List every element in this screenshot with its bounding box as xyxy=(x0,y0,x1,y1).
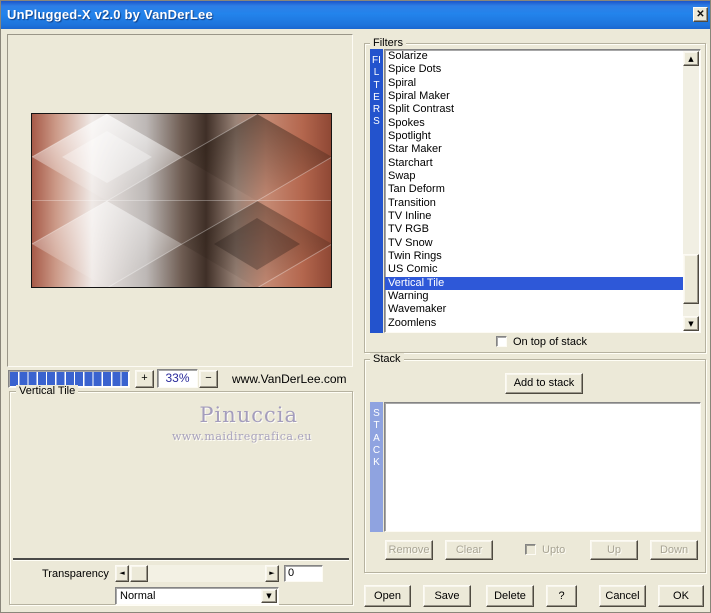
watermark-site: www.maidiregrafica.eu xyxy=(171,430,312,443)
slider-right-arrow-icon[interactable]: ► xyxy=(265,565,279,582)
cancel-button[interactable]: Cancel xyxy=(599,585,646,607)
save-button[interactable]: Save xyxy=(423,585,471,607)
stack-group: Stack Add to stack STACK Remove Clear Up… xyxy=(364,353,706,573)
slider-left-arrow-icon[interactable]: ◄ xyxy=(115,565,129,582)
blend-mode-value: Normal xyxy=(120,590,156,602)
upto-label: Upto xyxy=(542,544,566,556)
transparency-slider[interactable]: ◄ ► xyxy=(115,565,279,582)
transparency-input[interactable]: 0 xyxy=(284,565,323,582)
remove-button[interactable]: Remove xyxy=(385,540,433,560)
blend-mode-select[interactable]: Normal ▼ xyxy=(115,587,279,605)
filter-item[interactable]: Tan Deform xyxy=(385,183,684,196)
clear-button[interactable]: Clear xyxy=(445,540,493,560)
filter-item[interactable]: Solarize xyxy=(385,50,684,63)
filter-item[interactable]: Transition xyxy=(385,197,684,210)
filter-item[interactable]: Swap xyxy=(385,170,684,183)
faceted-preview-graphic xyxy=(32,114,331,287)
filter-item[interactable]: Spokes xyxy=(385,117,684,130)
watermark-name: Pinuccia xyxy=(199,403,298,427)
filters-band: FILTERS xyxy=(370,49,383,333)
open-button[interactable]: Open xyxy=(364,585,411,607)
titlebar: UnPlugged-X v2.0 by VanDerLee ✕ xyxy=(1,1,710,29)
vanderlee-website-text: www.VanDerLee.com xyxy=(232,372,347,386)
up-button[interactable]: Up xyxy=(590,540,638,560)
stack-list[interactable] xyxy=(384,402,701,532)
scroll-down-icon[interactable]: ▼ xyxy=(683,316,699,331)
separator-line xyxy=(13,558,349,561)
filter-item[interactable]: Twin Rings xyxy=(385,250,684,263)
stack-group-label: Stack xyxy=(370,353,404,366)
slider-thumb[interactable] xyxy=(130,565,148,582)
scrollbar-thumb[interactable] xyxy=(683,254,699,304)
progress-bar-fill xyxy=(10,372,128,386)
filter-item[interactable]: Wavemaker xyxy=(385,303,684,316)
filter-item[interactable]: Spiral Maker xyxy=(385,90,684,103)
down-button[interactable]: Down xyxy=(650,540,698,560)
filter-item[interactable]: Vertical Tile xyxy=(385,276,684,290)
transparency-label: Transparency xyxy=(42,568,109,580)
filter-item[interactable]: Starchart xyxy=(385,157,684,170)
on-top-of-stack-checkbox[interactable] xyxy=(496,336,507,347)
filter-item[interactable]: Spice Dots xyxy=(385,63,684,76)
filter-item[interactable]: Warning xyxy=(385,290,684,303)
filter-item[interactable]: TV RGB xyxy=(385,223,684,236)
filters-group: Filters FILTERS ▲ ▼ Solarize Spice Dots Sp… xyxy=(364,37,706,353)
zoom-level-display: 33% xyxy=(157,369,198,388)
scroll-up-icon[interactable]: ▲ xyxy=(683,51,699,66)
filter-item[interactable]: Zoomlens xyxy=(385,317,684,330)
settings-group: Vertical Tile Pinuccia www.maidiregrafic… xyxy=(9,385,353,605)
filter-item[interactable]: Spotlight xyxy=(385,130,684,143)
ok-button[interactable]: OK xyxy=(658,585,704,607)
stack-band: STACK xyxy=(370,402,383,532)
on-top-of-stack-label: On top of stack xyxy=(513,336,587,348)
zoom-in-button[interactable]: + xyxy=(135,370,154,388)
settings-group-label: Vertical Tile xyxy=(16,385,79,398)
filter-item[interactable]: US Comic xyxy=(385,263,684,276)
zoom-out-button[interactable]: − xyxy=(199,370,218,388)
preview-panel xyxy=(7,34,353,367)
filter-item[interactable]: Spiral xyxy=(385,77,684,90)
delete-button[interactable]: Delete xyxy=(486,585,534,607)
filter-item[interactable]: TV Snow xyxy=(385,237,684,250)
add-to-stack-button[interactable]: Add to stack xyxy=(505,373,583,394)
preview-image xyxy=(31,113,332,288)
help-button[interactable]: ? xyxy=(546,585,577,607)
filter-item[interactable]: Split Contrast xyxy=(385,103,684,116)
filters-listbox[interactable]: ▲ ▼ Solarize Spice Dots Spiral Spiral Maker… xyxy=(384,49,701,333)
filters-scrollbar[interactable]: ▲ ▼ xyxy=(683,51,699,331)
window-title: UnPlugged-X v2.0 by VanDerLee xyxy=(7,7,213,22)
filter-item[interactable]: TV Inline xyxy=(385,210,684,223)
dropdown-arrow-icon[interactable]: ▼ xyxy=(261,589,277,603)
upto-checkbox[interactable] xyxy=(525,544,536,555)
close-icon[interactable]: ✕ xyxy=(693,7,708,22)
filter-item[interactable]: Star Maker xyxy=(385,143,684,156)
plugin-dialog: UnPlugged-X v2.0 by VanDerLee ✕ + 33% − … xyxy=(0,0,711,613)
